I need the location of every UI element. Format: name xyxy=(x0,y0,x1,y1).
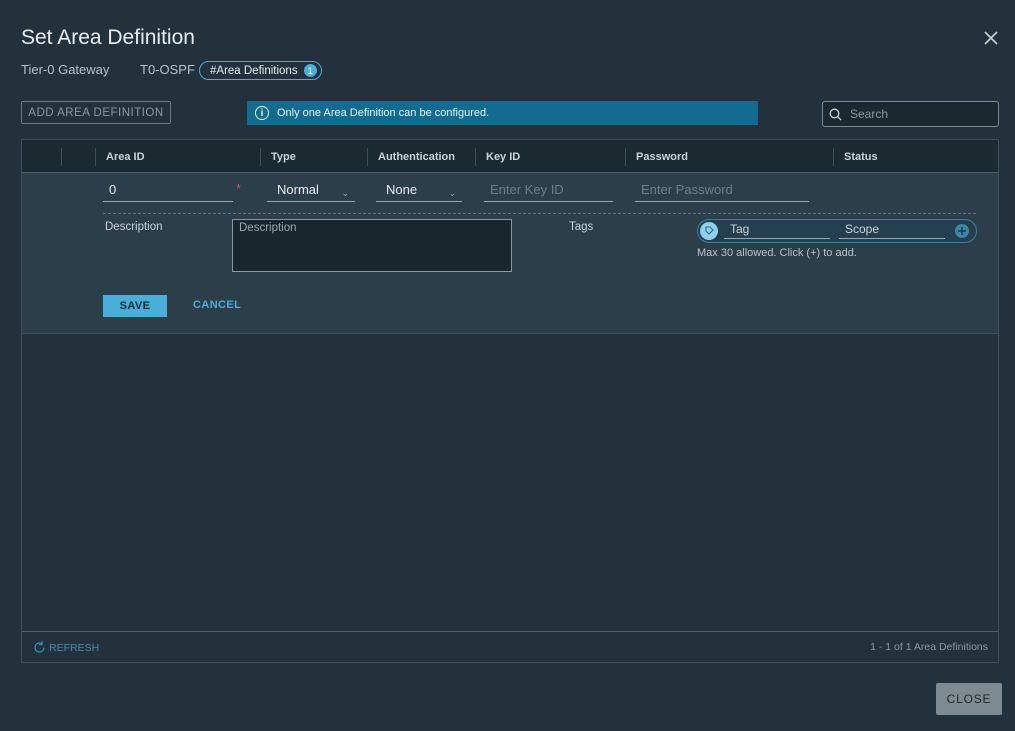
column-area-id[interactable]: Area ID xyxy=(95,148,145,166)
divider xyxy=(103,213,976,214)
column-status[interactable]: Status xyxy=(833,148,878,166)
gateway-label: Tier-0 Gateway xyxy=(21,62,110,77)
close-button[interactable]: CLOSE xyxy=(936,683,1002,715)
column-authentication[interactable]: Authentication xyxy=(367,148,455,166)
refresh-button[interactable]: REFRESH xyxy=(33,641,99,654)
column-type[interactable]: Type xyxy=(260,148,296,166)
refresh-icon xyxy=(34,641,45,653)
search-icon xyxy=(829,108,842,120)
tags-hint: Max 30 allowed. Click (+) to add. xyxy=(697,247,857,259)
chevron-down-icon: ⌄ xyxy=(448,188,456,198)
grid-footer: REFRESH 1 - 1 of 1 Area Definitions xyxy=(22,631,998,662)
info-banner: i Only one Area Definition can be configu… xyxy=(247,101,758,125)
badge-label: #Area Definitions xyxy=(210,64,298,77)
expand-column xyxy=(61,148,95,166)
add-area-definition-button[interactable]: ADD AREA DEFINITION xyxy=(21,101,171,124)
table-header: Area ID Type Authentication Key ID Passw… xyxy=(22,140,998,173)
chevron-down-icon: ⌄ xyxy=(341,188,349,198)
pagination-count: 1 - 1 of 1 Area Definitions xyxy=(870,641,988,653)
tags-label: Tags xyxy=(569,221,594,233)
column-password[interactable]: Password xyxy=(625,148,688,166)
edit-row: 0 * Normal ⌄ None ⌄ Enter Key ID Enter Pas… xyxy=(22,173,998,334)
description-textarea[interactable]: Description xyxy=(232,219,512,272)
key-id-input[interactable]: Enter Key ID xyxy=(484,180,613,202)
scope-input[interactable]: Scope xyxy=(839,220,945,239)
type-value: Normal xyxy=(277,182,319,197)
area-definitions-badge: #Area Definitions 1 xyxy=(199,61,322,80)
type-select[interactable]: Normal ⌄ xyxy=(267,180,355,202)
add-tag-icon[interactable] xyxy=(955,224,969,238)
info-icon: i xyxy=(255,106,269,120)
dialog-title: Set Area Definition xyxy=(21,26,195,49)
cancel-button[interactable]: CANCEL xyxy=(193,299,241,311)
description-label: Description xyxy=(105,221,163,233)
badge-count: 1 xyxy=(303,64,317,77)
close-icon[interactable] xyxy=(982,29,1000,47)
refresh-label: REFRESH xyxy=(49,641,100,654)
column-key-id[interactable]: Key ID xyxy=(475,148,520,166)
info-message: Only one Area Definition can be configur… xyxy=(277,107,490,119)
authentication-select[interactable]: None ⌄ xyxy=(376,180,462,202)
required-indicator: * xyxy=(236,181,242,196)
search-input[interactable]: Search xyxy=(822,101,999,127)
tag-icon xyxy=(700,222,718,240)
authentication-value: None xyxy=(386,182,418,197)
password-input[interactable]: Enter Password xyxy=(635,180,809,202)
save-button[interactable]: SAVE xyxy=(103,295,167,317)
area-id-input[interactable]: 0 xyxy=(103,180,233,202)
gateway-name: T0-OSPF xyxy=(140,62,195,77)
tag-input[interactable]: Tag xyxy=(724,220,830,239)
search-placeholder: Search xyxy=(850,107,889,121)
area-definitions-grid: Area ID Type Authentication Key ID Passw… xyxy=(21,139,999,663)
tags-input-group: Tag Scope xyxy=(697,219,977,243)
